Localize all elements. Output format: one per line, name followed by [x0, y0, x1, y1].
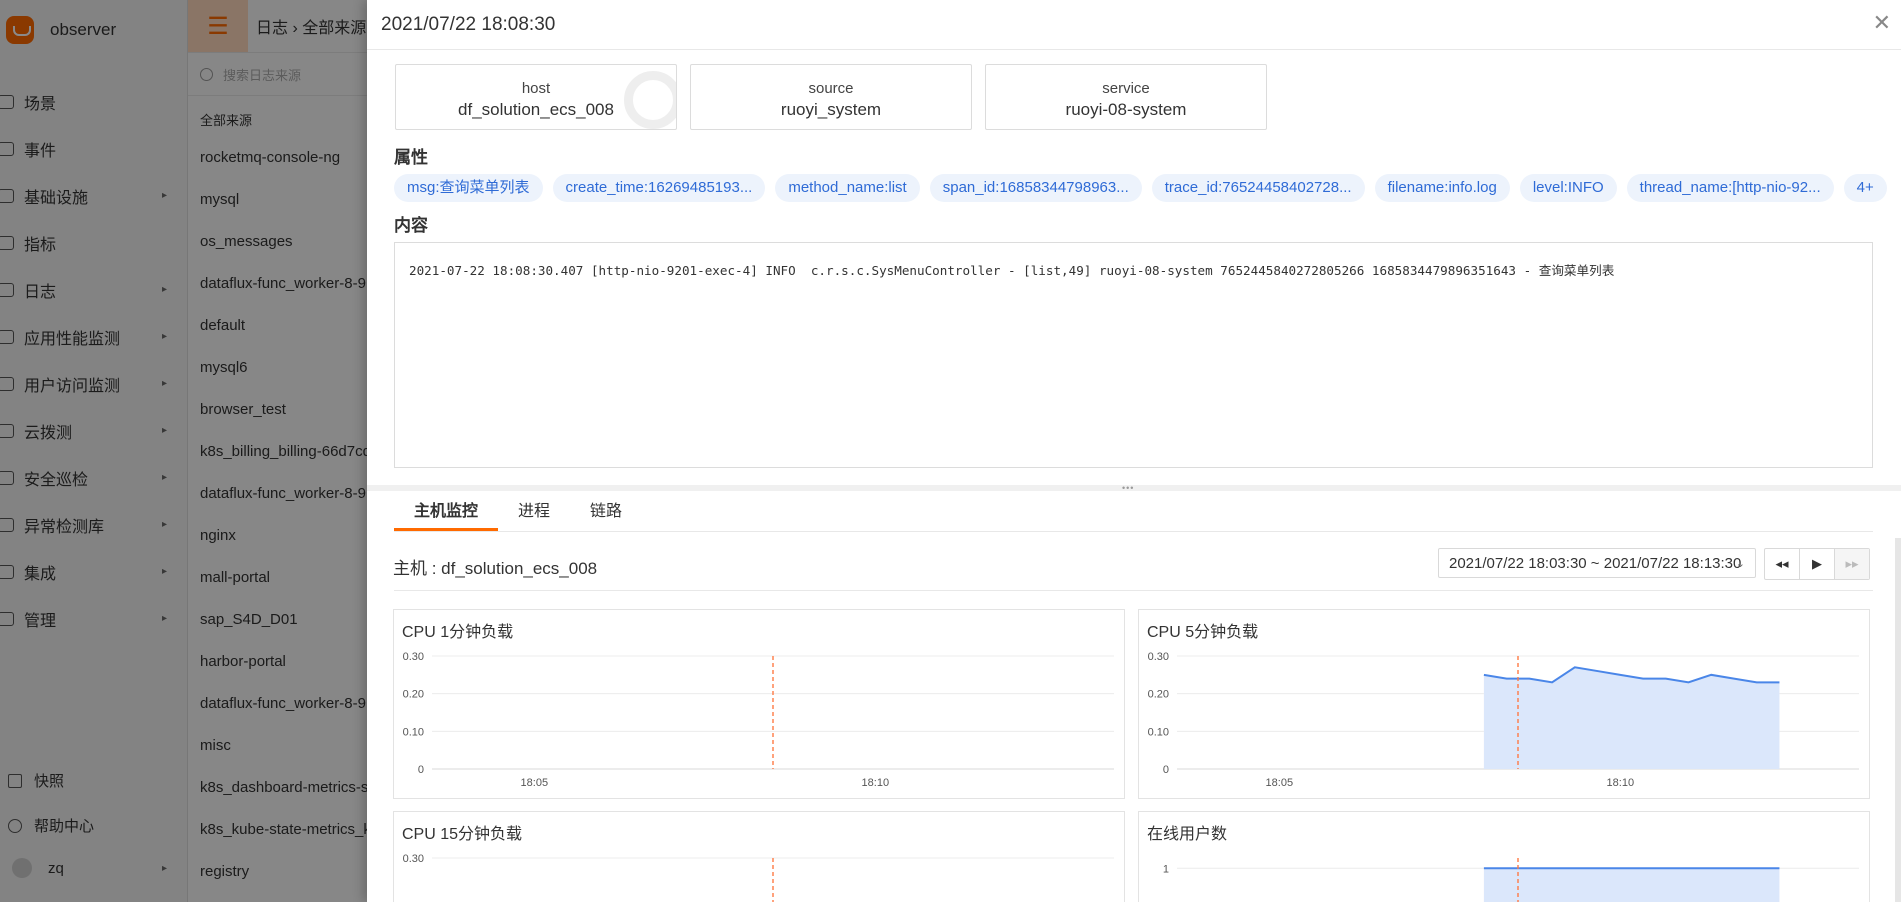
chart-svg: 0.30 0.20 0.10 0 18:05 18:10	[403, 651, 1114, 789]
tab-host-monitor[interactable]: 主机监控	[394, 497, 499, 531]
gear-icon	[624, 71, 676, 129]
log-detail-drawer: 2021/07/22 18:08:30 ✕ host df_solution_e…	[367, 0, 1901, 902]
x-tick-label: 18:05	[1266, 777, 1294, 789]
tab-process[interactable]: 进程	[498, 497, 570, 531]
playback-controls: ◂◂ ▶ ▸▸	[1764, 548, 1870, 580]
y-tick-label: 0	[1163, 764, 1169, 776]
source-key: source	[808, 80, 854, 97]
drawer-title: 2021/07/22 18:08:30	[381, 14, 556, 35]
attribute-tags: msg:查询菜单列表 create_time:16269485193... meth…	[394, 174, 1887, 202]
y-tick-label: 0.20	[403, 689, 424, 701]
y-tick-label: 0.10	[1148, 726, 1169, 738]
scrollbar[interactable]	[1895, 538, 1901, 902]
attributes-heading: 属性	[394, 148, 428, 167]
y-tick-label: 0	[418, 764, 424, 776]
chart-svg: 1	[1163, 858, 1859, 902]
tabs-divider	[394, 531, 1873, 532]
service-value: ruoyi-08-system	[1065, 100, 1187, 119]
chart-cpu-load1: CPU 1分钟负载 0.30 0.20 0.10 0 18:05 18:10	[393, 609, 1125, 799]
content-heading: 内容	[394, 216, 428, 235]
series-area	[1483, 868, 1780, 902]
toolbar-divider	[394, 590, 1873, 591]
x-tick-label: 18:05	[521, 777, 549, 789]
rewind-button[interactable]: ◂◂	[1765, 549, 1800, 579]
chart-svg: 0.30 0.20 0.10 0 18:05 18:10	[1148, 651, 1859, 789]
y-tick-label: 1	[1163, 863, 1169, 875]
x-tick-label: 18:10	[862, 777, 890, 789]
divider	[367, 49, 1901, 50]
log-content-box[interactable]: 2021-07-22 18:08:30.407 [http-nio-9201-e…	[394, 242, 1873, 468]
series-area	[1483, 667, 1780, 769]
time-range-picker[interactable]: 2021/07/22 18:03:30 ~ 2021/07/22 18:13:3…	[1438, 548, 1756, 578]
drag-dots-icon: •••	[1122, 483, 1135, 493]
attribute-tag[interactable]: thread_name:[http-nio-92...	[1626, 174, 1834, 202]
y-tick-label: 0.30	[403, 651, 424, 663]
time-range-value: 2021/07/22 18:03:30 ~ 2021/07/22 18:13:3…	[1449, 555, 1742, 572]
attribute-tag[interactable]: filename:info.log	[1374, 174, 1510, 202]
service-card[interactable]: service ruoyi-08-system	[985, 64, 1267, 130]
monitor-tabs: 主机监控 进程 链路	[394, 497, 642, 531]
close-icon[interactable]: ✕	[1873, 10, 1891, 36]
y-tick-label: 0.10	[403, 726, 424, 738]
attribute-tag[interactable]: create_time:16269485193...	[552, 174, 766, 202]
attribute-tag[interactable]: 4+	[1843, 174, 1887, 202]
attribute-tag[interactable]: msg:查询菜单列表	[394, 174, 543, 202]
play-button[interactable]: ▶	[1800, 549, 1835, 579]
resize-handle[interactable]: •••	[367, 483, 1901, 493]
chart-svg: 0.30	[403, 853, 1114, 902]
chevron-down-icon: ⌄	[1735, 558, 1745, 570]
host-card[interactable]: host df_solution_ecs_008	[395, 64, 677, 130]
y-tick-label: 0.30	[403, 853, 424, 865]
attribute-tag[interactable]: method_name:list	[775, 174, 920, 202]
tab-trace[interactable]: 链路	[570, 497, 642, 531]
log-message: 2021-07-22 18:08:30.407 [http-nio-9201-e…	[409, 263, 1615, 278]
service-key: service	[1102, 80, 1150, 97]
chart-cpu-load5: CPU 5分钟负载 0.30 0.20 0.10 0 18:05 18:10	[1138, 609, 1870, 799]
chart-online-users: 在线用户数 1	[1138, 811, 1870, 902]
y-tick-label: 0.30	[1148, 651, 1169, 663]
host-label: 主机 : df_solution_ecs_008	[393, 559, 598, 578]
x-tick-label: 18:10	[1607, 777, 1635, 789]
forward-button[interactable]: ▸▸	[1835, 549, 1869, 579]
source-card[interactable]: source ruoyi_system	[690, 64, 972, 130]
attribute-tag[interactable]: level:INFO	[1519, 174, 1617, 202]
source-value: ruoyi_system	[780, 100, 882, 119]
attribute-tag[interactable]: trace_id:76524458402728...	[1151, 174, 1365, 202]
attribute-tag[interactable]: span_id:16858344798963...	[929, 174, 1142, 202]
y-tick-label: 0.20	[1148, 689, 1169, 701]
chart-cpu-load15: CPU 15分钟负载 0.30	[393, 811, 1125, 902]
modal-overlay[interactable]	[0, 0, 367, 902]
